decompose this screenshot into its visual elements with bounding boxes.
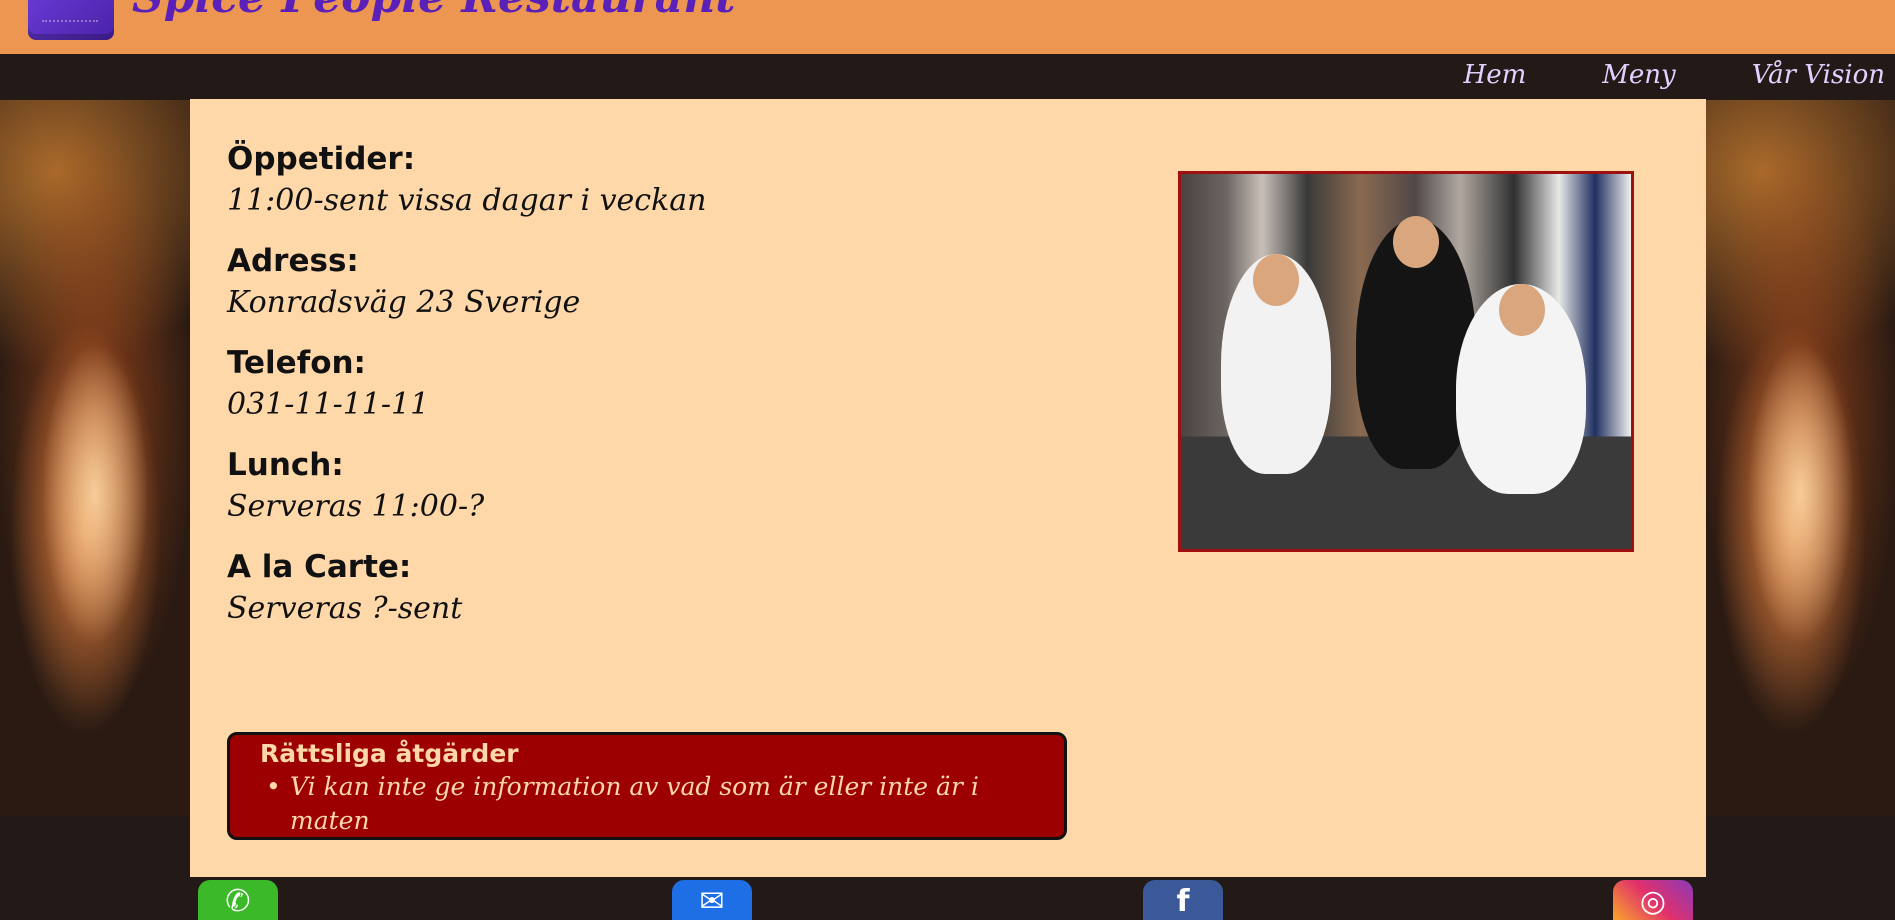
- nav-item-hem[interactable]: Hem: [1464, 60, 1527, 90]
- chef-head: [1393, 216, 1439, 268]
- address: Adress: Konradsväg 23 Sverige: [227, 241, 927, 323]
- info-value: 031-11-11-11: [227, 387, 430, 422]
- list-item: Köpt är köpt: [260, 838, 1064, 872]
- legal-title: Rättsliga åtgärder: [260, 739, 519, 768]
- facebook-icon[interactable]: f: [1143, 880, 1223, 920]
- site-header: Spice People Restaurant: [0, 0, 1895, 54]
- mail-icon[interactable]: ✉: [672, 880, 752, 920]
- a-la-carte: A la Carte: Serveras ?-sent: [227, 547, 927, 629]
- phone: Telefon: 031-11-11-11: [227, 343, 927, 425]
- main-nav: Hem Meny Vår Vision: [1388, 60, 1885, 90]
- chef-head: [1253, 254, 1299, 306]
- content-panel: Öppetider: 11:00-sent vissa dagar i veck…: [190, 99, 1706, 877]
- info-label: Adress:: [227, 243, 359, 279]
- nav-item-meny[interactable]: Meny: [1602, 60, 1675, 90]
- chefs-photo: [1178, 171, 1634, 552]
- site-title[interactable]: Spice People Restaurant: [132, 0, 736, 23]
- lunch: Lunch: Serveras 11:00-?: [227, 445, 927, 527]
- info-value: Konradsväg 23 Sverige: [227, 285, 581, 320]
- restaurant-info: Öppetider: 11:00-sent vissa dagar i veck…: [227, 139, 927, 649]
- fire-background-right: [1706, 100, 1895, 816]
- logo[interactable]: [28, 0, 114, 40]
- info-value: 11:00-sent vissa dagar i veckan: [227, 183, 707, 218]
- info-value: Serveras 11:00-?: [227, 489, 485, 524]
- phone-icon[interactable]: ✆: [198, 880, 278, 920]
- chef-head: [1499, 284, 1545, 336]
- info-label: Lunch:: [227, 447, 344, 483]
- legal-notice: Rättsliga åtgärder Vi kan inte ge inform…: [227, 732, 1067, 872]
- instagram-icon[interactable]: ◎: [1613, 880, 1693, 920]
- fire-background-left: [0, 100, 190, 816]
- opening-hours: Öppetider: 11:00-sent vissa dagar i veck…: [227, 139, 927, 221]
- info-label: A la Carte:: [227, 549, 412, 585]
- info-value: Serveras ?-sent: [227, 591, 463, 626]
- info-label: Telefon:: [227, 345, 366, 381]
- nav-item-var-vision[interactable]: Vår Vision: [1752, 60, 1885, 90]
- legal-list: Vi kan inte ge information av vad som är…: [260, 770, 1064, 872]
- list-item: Vi kan inte ge information av vad som är…: [260, 770, 1064, 838]
- info-label: Öppetider:: [227, 141, 416, 177]
